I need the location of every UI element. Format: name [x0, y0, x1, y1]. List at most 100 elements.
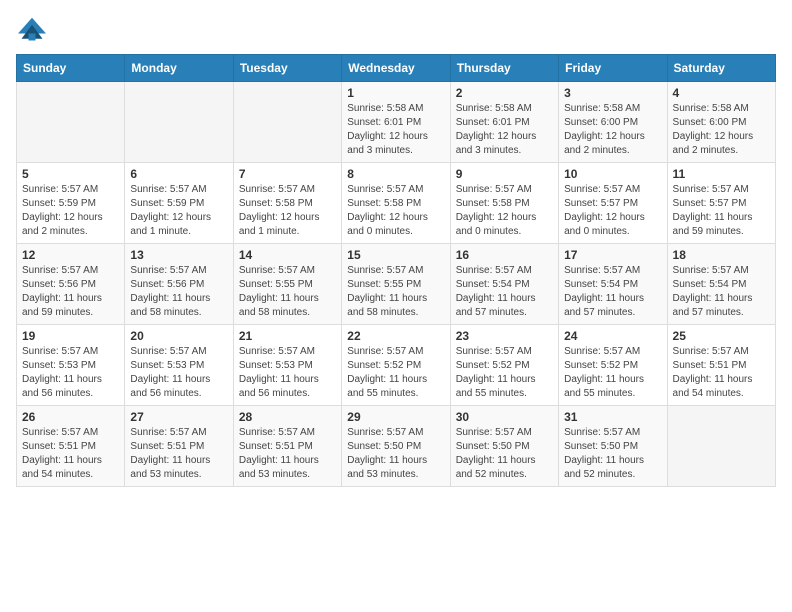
calendar-table: SundayMondayTuesdayWednesdayThursdayFrid… — [16, 54, 776, 487]
day-number: 30 — [456, 410, 553, 424]
day-info: Sunrise: 5:57 AMSunset: 5:53 PMDaylight:… — [130, 345, 227, 401]
calendar-week-row: 12 Sunrise: 5:57 AMSunset: 5:56 PMDayligh… — [17, 244, 776, 325]
calendar-cell: 26 Sunrise: 5:57 AMSunset: 5:51 PMDayligh… — [17, 406, 125, 487]
day-info: Sunrise: 5:57 AMSunset: 5:58 PMDaylight:… — [239, 183, 336, 239]
day-info: Sunrise: 5:57 AMSunset: 5:50 PMDaylight:… — [456, 426, 553, 482]
day-info: Sunrise: 5:58 AMSunset: 6:01 PMDaylight:… — [347, 102, 444, 158]
day-info: Sunrise: 5:58 AMSunset: 6:00 PMDaylight:… — [673, 102, 770, 158]
calendar-cell: 25Sunrise: 5:57 AMSunset: 5:51 PMDayligh… — [667, 325, 775, 406]
weekday-header-row: SundayMondayTuesdayWednesdayThursdayFrid… — [17, 55, 776, 82]
day-number: 13 — [130, 248, 227, 262]
calendar-cell — [125, 82, 233, 163]
day-number: 5 — [22, 167, 119, 181]
calendar-week-row: 26 Sunrise: 5:57 AMSunset: 5:51 PMDayligh… — [17, 406, 776, 487]
weekday-header-sunday: Sunday — [17, 55, 125, 82]
day-number: 8 — [347, 167, 444, 181]
weekday-header-friday: Friday — [559, 55, 667, 82]
day-info: Sunrise: 5:57 AMSunset: 5:53 PMDaylight:… — [22, 345, 119, 401]
calendar-cell: 3 Sunrise: 5:58 AMSunset: 6:00 PMDaylight… — [559, 82, 667, 163]
day-number: 11 — [673, 167, 770, 181]
calendar-cell: 18 Sunrise: 5:57 AMSunset: 5:54 PMDayligh… — [667, 244, 775, 325]
calendar-cell: 8Sunrise: 5:57 AMSunset: 5:58 PMDaylight… — [342, 163, 450, 244]
calendar-cell: 16Sunrise: 5:57 AMSunset: 5:54 PMDayligh… — [450, 244, 558, 325]
calendar-cell: 21Sunrise: 5:57 AMSunset: 5:53 PMDayligh… — [233, 325, 341, 406]
weekday-header-monday: Monday — [125, 55, 233, 82]
calendar-cell: 7 Sunrise: 5:57 AMSunset: 5:58 PMDaylight… — [233, 163, 341, 244]
logo-icon — [16, 16, 48, 44]
day-number: 22 — [347, 329, 444, 343]
page-header — [16, 16, 776, 44]
calendar-cell: 27 Sunrise: 5:57 AMSunset: 5:51 PMDayligh… — [125, 406, 233, 487]
calendar-cell: 1 Sunrise: 5:58 AMSunset: 6:01 PMDaylight… — [342, 82, 450, 163]
calendar-cell: 24 Sunrise: 5:57 AMSunset: 5:52 PMDayligh… — [559, 325, 667, 406]
calendar-cell: 2 Sunrise: 5:58 AMSunset: 6:01 PMDaylight… — [450, 82, 558, 163]
day-number: 12 — [22, 248, 119, 262]
calendar-cell: 9Sunrise: 5:57 AMSunset: 5:58 PMDaylight… — [450, 163, 558, 244]
calendar-week-row: 19Sunrise: 5:57 AMSunset: 5:53 PMDayligh… — [17, 325, 776, 406]
day-info: Sunrise: 5:57 AMSunset: 5:56 PMDaylight:… — [22, 264, 119, 320]
calendar-cell: 6 Sunrise: 5:57 AMSunset: 5:59 PMDaylight… — [125, 163, 233, 244]
day-number: 1 — [347, 86, 444, 100]
calendar-cell: 30 Sunrise: 5:57 AMSunset: 5:50 PMDayligh… — [450, 406, 558, 487]
day-number: 7 — [239, 167, 336, 181]
day-info: Sunrise: 5:57 AMSunset: 5:52 PMDaylight:… — [456, 345, 553, 401]
day-number: 29 — [347, 410, 444, 424]
day-info: Sunrise: 5:58 AMSunset: 6:00 PMDaylight:… — [564, 102, 661, 158]
day-number: 14 — [239, 248, 336, 262]
day-number: 27 — [130, 410, 227, 424]
day-number: 6 — [130, 167, 227, 181]
calendar-week-row: 1 Sunrise: 5:58 AMSunset: 6:01 PMDaylight… — [17, 82, 776, 163]
weekday-header-tuesday: Tuesday — [233, 55, 341, 82]
weekday-header-thursday: Thursday — [450, 55, 558, 82]
calendar-cell: 14 Sunrise: 5:57 AMSunset: 5:55 PMDayligh… — [233, 244, 341, 325]
day-number: 4 — [673, 86, 770, 100]
day-number: 24 — [564, 329, 661, 343]
day-info: Sunrise: 5:57 AMSunset: 5:52 PMDaylight:… — [564, 345, 661, 401]
calendar-cell: 10Sunrise: 5:57 AMSunset: 5:57 PMDayligh… — [559, 163, 667, 244]
calendar-cell — [17, 82, 125, 163]
calendar-cell: 22 Sunrise: 5:57 AMSunset: 5:52 PMDayligh… — [342, 325, 450, 406]
day-info: Sunrise: 5:57 AMSunset: 5:59 PMDaylight:… — [22, 183, 119, 239]
day-number: 3 — [564, 86, 661, 100]
day-number: 23 — [456, 329, 553, 343]
day-info: Sunrise: 5:57 AMSunset: 5:59 PMDaylight:… — [130, 183, 227, 239]
weekday-header-saturday: Saturday — [667, 55, 775, 82]
day-info: Sunrise: 5:57 AMSunset: 5:56 PMDaylight:… — [130, 264, 227, 320]
day-info: Sunrise: 5:57 AMSunset: 5:51 PMDaylight:… — [239, 426, 336, 482]
calendar-cell: 5 Sunrise: 5:57 AMSunset: 5:59 PMDaylight… — [17, 163, 125, 244]
weekday-header-wednesday: Wednesday — [342, 55, 450, 82]
day-number: 15 — [347, 248, 444, 262]
day-info: Sunrise: 5:57 AMSunset: 5:51 PMDaylight:… — [130, 426, 227, 482]
day-info: Sunrise: 5:57 AMSunset: 5:58 PMDaylight:… — [456, 183, 553, 239]
day-number: 20 — [130, 329, 227, 343]
day-info: Sunrise: 5:57 AMSunset: 5:51 PMDaylight:… — [673, 345, 770, 401]
calendar-cell: 29 Sunrise: 5:57 AMSunset: 5:50 PMDayligh… — [342, 406, 450, 487]
day-info: Sunrise: 5:58 AMSunset: 6:01 PMDaylight:… — [456, 102, 553, 158]
calendar-cell: 13 Sunrise: 5:57 AMSunset: 5:56 PMDayligh… — [125, 244, 233, 325]
day-info: Sunrise: 5:57 AMSunset: 5:52 PMDaylight:… — [347, 345, 444, 401]
calendar-cell: 12 Sunrise: 5:57 AMSunset: 5:56 PMDayligh… — [17, 244, 125, 325]
day-info: Sunrise: 5:57 AMSunset: 5:57 PMDaylight:… — [564, 183, 661, 239]
day-number: 2 — [456, 86, 553, 100]
calendar-cell: 20 Sunrise: 5:57 AMSunset: 5:53 PMDayligh… — [125, 325, 233, 406]
day-info: Sunrise: 5:57 AMSunset: 5:54 PMDaylight:… — [564, 264, 661, 320]
day-info: Sunrise: 5:57 AMSunset: 5:54 PMDaylight:… — [673, 264, 770, 320]
day-info: Sunrise: 5:57 AMSunset: 5:50 PMDaylight:… — [347, 426, 444, 482]
calendar-cell: 23 Sunrise: 5:57 AMSunset: 5:52 PMDayligh… — [450, 325, 558, 406]
calendar-cell: 31 Sunrise: 5:57 AMSunset: 5:50 PMDayligh… — [559, 406, 667, 487]
calendar-cell: 17Sunrise: 5:57 AMSunset: 5:54 PMDayligh… — [559, 244, 667, 325]
calendar-cell — [233, 82, 341, 163]
calendar-cell: 11Sunrise: 5:57 AMSunset: 5:57 PMDayligh… — [667, 163, 775, 244]
day-number: 18 — [673, 248, 770, 262]
calendar-cell — [667, 406, 775, 487]
day-number: 26 — [22, 410, 119, 424]
day-info: Sunrise: 5:57 AMSunset: 5:51 PMDaylight:… — [22, 426, 119, 482]
day-number: 28 — [239, 410, 336, 424]
day-info: Sunrise: 5:57 AMSunset: 5:53 PMDaylight:… — [239, 345, 336, 401]
day-number: 16 — [456, 248, 553, 262]
day-info: Sunrise: 5:57 AMSunset: 5:55 PMDaylight:… — [239, 264, 336, 320]
day-number: 31 — [564, 410, 661, 424]
day-info: Sunrise: 5:57 AMSunset: 5:55 PMDaylight:… — [347, 264, 444, 320]
calendar-cell: 19Sunrise: 5:57 AMSunset: 5:53 PMDayligh… — [17, 325, 125, 406]
day-info: Sunrise: 5:57 AMSunset: 5:50 PMDaylight:… — [564, 426, 661, 482]
